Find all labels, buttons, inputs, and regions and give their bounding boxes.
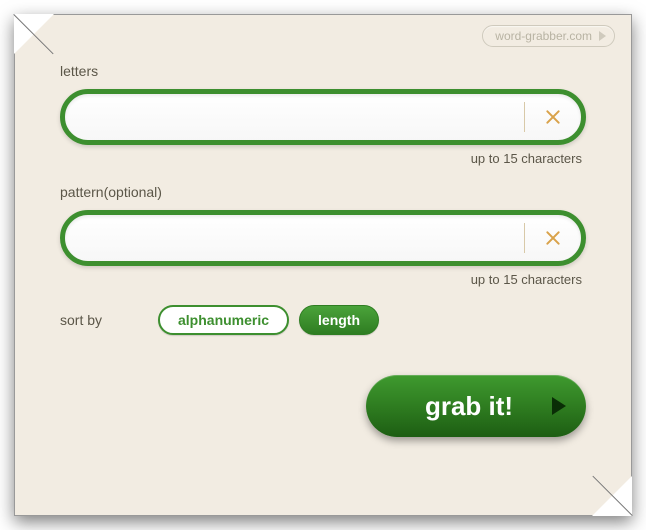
pattern-label: pattern(optional) [60,184,586,200]
submit-row: grab it! [60,375,586,437]
input-divider [524,102,525,132]
grab-it-button[interactable]: grab it! [366,375,586,437]
pattern-hint: up to 15 characters [60,272,582,287]
pattern-input[interactable] [89,215,531,261]
letters-hint: up to 15 characters [60,151,582,166]
brand-badge[interactable]: word-grabber.com [482,25,615,47]
play-icon [552,397,566,415]
sort-option-alphanumeric[interactable]: alphanumeric [158,305,289,335]
sort-option-length[interactable]: length [299,305,379,335]
sort-options: alphanumeric length [158,305,379,335]
sort-label: sort by [60,312,130,328]
input-divider [524,223,525,253]
pattern-field[interactable] [60,210,586,266]
clear-icon[interactable] [543,228,563,248]
chip-label: alphanumeric [178,312,269,328]
chip-label: length [318,312,360,328]
form-content: letters up to 15 characters pattern(opti… [60,63,586,437]
sort-row: sort by alphanumeric length [60,305,586,335]
clear-icon[interactable] [543,107,563,127]
submit-label: grab it! [425,391,513,422]
form-card: word-grabber.com letters up to 15 charac… [14,14,632,516]
letters-label: letters [60,63,586,79]
brand-label: word-grabber.com [495,29,592,43]
letters-input[interactable] [89,94,531,140]
letters-field[interactable] [60,89,586,145]
